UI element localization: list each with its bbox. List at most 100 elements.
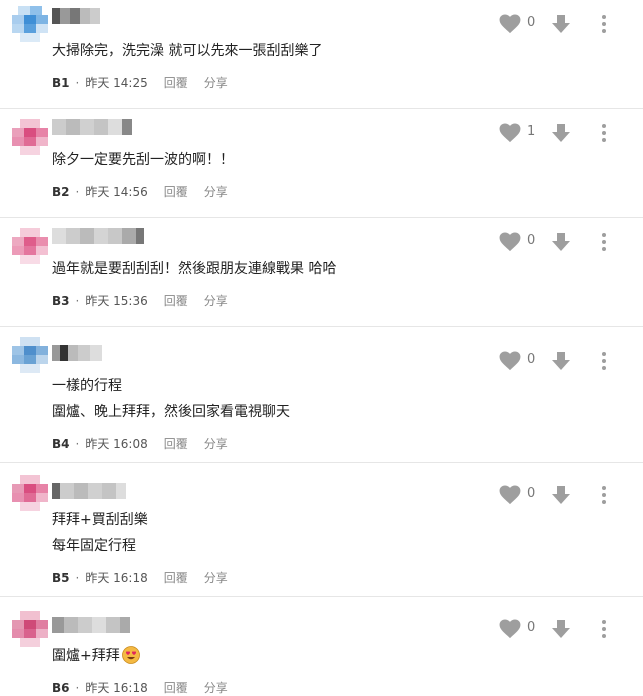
avatar[interactable] (12, 119, 48, 155)
more-vertical-icon[interactable] (601, 232, 607, 252)
share-button[interactable]: 分享 (204, 74, 228, 91)
heart-icon[interactable] (499, 351, 521, 371)
timestamp: 昨天 16:08 (85, 437, 148, 451)
username-blurred[interactable] (52, 345, 102, 361)
comment-item: 拜拜+買刮刮樂 每年固定行程 B5 · 昨天 16:18 回覆 分享 0 (0, 463, 643, 597)
comment-body: 拜拜+買刮刮樂 每年固定行程 (52, 507, 148, 559)
arrow-down-icon[interactable] (551, 232, 571, 252)
comment-meta: B1 · 昨天 14:25 回覆 分享 (52, 74, 228, 91)
comment-item: 過年就是要刮刮刮！然後跟朋友連線戰果 哈哈 B3 · 昨天 15:36 回覆 分… (0, 218, 643, 327)
comment-body: 大掃除完，洗完澡 就可以先來一張刮刮樂了 (52, 38, 322, 64)
comment-meta: B5 · 昨天 16:18 回覆 分享 (52, 569, 228, 586)
floor-label: B1 (52, 75, 70, 90)
like-count: 0 (527, 352, 536, 367)
arrow-down-icon[interactable] (551, 14, 571, 34)
comment-body: 圍爐+拜拜 (52, 643, 140, 669)
more-vertical-icon[interactable] (601, 485, 607, 505)
more-vertical-icon[interactable] (601, 123, 607, 143)
avatar[interactable] (12, 611, 48, 647)
arrow-down-icon[interactable] (551, 123, 571, 143)
comment-meta: B4 · 昨天 16:08 回覆 分享 (52, 435, 228, 452)
username-blurred[interactable] (52, 119, 132, 135)
comment-meta: B3 · 昨天 15:36 回覆 分享 (52, 292, 228, 309)
like-count: 0 (527, 15, 536, 30)
more-vertical-icon[interactable] (601, 619, 607, 639)
reply-button[interactable]: 回覆 (164, 292, 188, 309)
like-count: 0 (527, 486, 536, 501)
share-button[interactable]: 分享 (204, 679, 228, 696)
timestamp: 昨天 16:18 (85, 571, 148, 585)
separator-dot: · (75, 184, 80, 199)
reply-button[interactable]: 回覆 (164, 679, 188, 696)
floor-label: B3 (52, 293, 70, 308)
comment-meta: B2 · 昨天 14:56 回覆 分享 (52, 183, 228, 200)
comment-body: 過年就是要刮刮刮！然後跟朋友連線戰果 哈哈 (52, 256, 336, 282)
comment-actions: 1 (483, 121, 643, 145)
comment-text-line: 拜拜+買刮刮樂 (52, 512, 148, 528)
share-button[interactable]: 分享 (204, 435, 228, 452)
username-blurred[interactable] (52, 617, 130, 633)
floor-label: B2 (52, 184, 70, 199)
separator-dot: · (75, 680, 80, 695)
share-button[interactable]: 分享 (204, 292, 228, 309)
floor-label: B6 (52, 680, 70, 695)
comment-item: 大掃除完，洗完澡 就可以先來一張刮刮樂了 B1 · 昨天 14:25 回覆 分享… (0, 0, 643, 109)
comment-actions: 0 (483, 12, 643, 36)
username-blurred[interactable] (52, 228, 144, 244)
comment-actions: 0 (483, 230, 643, 254)
heart-icon[interactable] (499, 619, 521, 639)
reply-button[interactable]: 回覆 (164, 435, 188, 452)
avatar[interactable] (12, 475, 48, 511)
arrow-down-icon[interactable] (551, 351, 571, 371)
comment-item: 圍爐+拜拜 B6 · 昨天 16:18 回覆 分享 0 (0, 597, 643, 696)
reply-button[interactable]: 回覆 (164, 569, 188, 586)
comment-text-line: 圍爐、晚上拜拜，然後回家看電視聊天 (52, 404, 290, 420)
comment-text-line: 一樣的行程 (52, 378, 122, 394)
floor-label: B5 (52, 570, 70, 585)
arrow-down-icon[interactable] (551, 485, 571, 505)
comment-list: 大掃除完，洗完澡 就可以先來一張刮刮樂了 B1 · 昨天 14:25 回覆 分享… (0, 0, 643, 696)
heart-icon[interactable] (499, 232, 521, 252)
comment-body: 除夕一定要先刮一波的啊！！ (52, 147, 234, 173)
heart-icon[interactable] (499, 14, 521, 34)
arrow-down-icon[interactable] (551, 619, 571, 639)
like-count: 0 (527, 620, 536, 635)
share-button[interactable]: 分享 (204, 569, 228, 586)
separator-dot: · (75, 436, 80, 451)
like-count: 0 (527, 233, 536, 248)
username-blurred[interactable] (52, 483, 126, 499)
heart-icon[interactable] (499, 123, 521, 143)
like-count: 1 (527, 124, 536, 139)
comment-text-line: 圍爐+拜拜 (52, 643, 140, 669)
timestamp: 昨天 14:25 (85, 76, 148, 90)
separator-dot: · (75, 75, 80, 90)
more-vertical-icon[interactable] (601, 14, 607, 34)
comment-text: 圍爐+拜拜 (52, 648, 120, 664)
timestamp: 昨天 16:18 (85, 681, 148, 695)
avatar[interactable] (12, 6, 48, 42)
timestamp: 昨天 14:56 (85, 185, 148, 199)
username-blurred[interactable] (52, 8, 100, 24)
avatar[interactable] (12, 228, 48, 264)
comment-actions: 0 (483, 349, 643, 373)
comment-text-line: 每年固定行程 (52, 538, 136, 554)
comment-meta: B6 · 昨天 16:18 回覆 分享 (52, 679, 228, 696)
comment-item: 一樣的行程 圍爐、晚上拜拜，然後回家看電視聊天 B4 · 昨天 16:08 回覆… (0, 327, 643, 463)
reply-button[interactable]: 回覆 (164, 183, 188, 200)
separator-dot: · (75, 293, 80, 308)
comment-text: 除夕一定要先刮一波的啊！！ (52, 152, 234, 168)
reply-button[interactable]: 回覆 (164, 74, 188, 91)
comment-actions: 0 (483, 617, 643, 641)
more-vertical-icon[interactable] (601, 351, 607, 371)
timestamp: 昨天 15:36 (85, 294, 148, 308)
share-button[interactable]: 分享 (204, 183, 228, 200)
comment-text: 大掃除完，洗完澡 就可以先來一張刮刮樂了 (52, 43, 323, 59)
avatar[interactable] (12, 337, 48, 373)
heart-eyes-emoji-icon (121, 646, 140, 664)
separator-dot: · (75, 570, 80, 585)
comment-body: 一樣的行程 圍爐、晚上拜拜，然後回家看電視聊天 (52, 373, 290, 425)
comment-text: 過年就是要刮刮刮！然後跟朋友連線戰果 哈哈 (52, 261, 337, 277)
comment-item: 除夕一定要先刮一波的啊！！ B2 · 昨天 14:56 回覆 分享 1 (0, 109, 643, 218)
comment-actions: 0 (483, 483, 643, 507)
heart-icon[interactable] (499, 485, 521, 505)
